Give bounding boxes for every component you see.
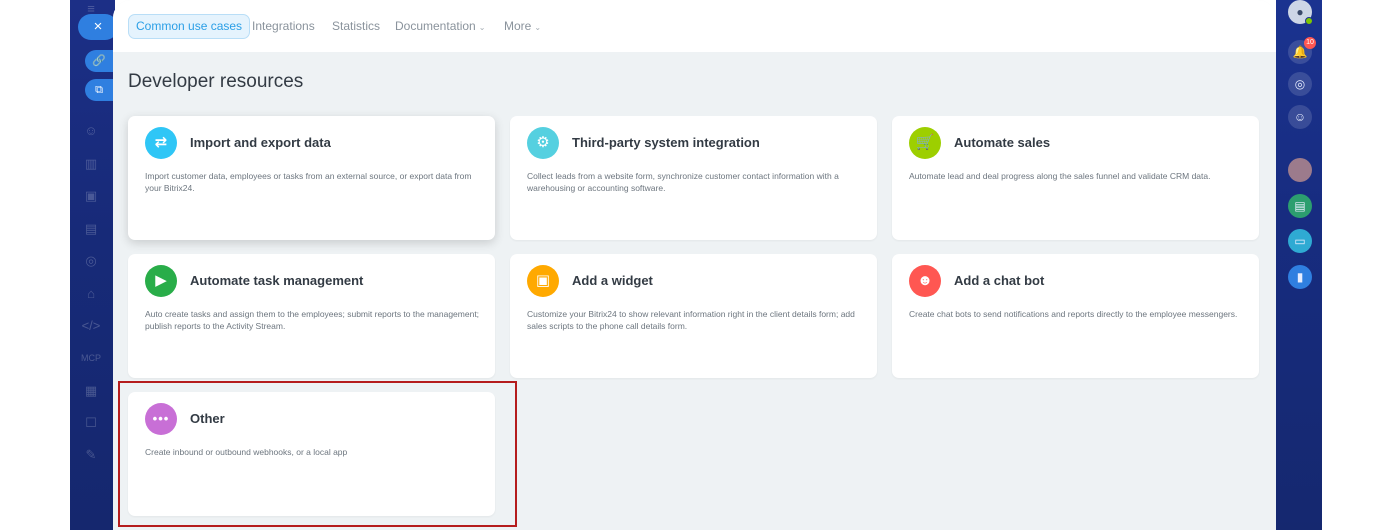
open-new-window-button[interactable]: ⧉ xyxy=(85,79,113,101)
widget-icon: ▣ xyxy=(527,265,559,297)
tab-label: Common use cases xyxy=(136,19,243,33)
play-icon: ▶ xyxy=(145,265,177,297)
online-status-icon xyxy=(1305,17,1313,25)
cart-icon: 🛒 xyxy=(909,127,941,159)
store-icon[interactable]: ◎ xyxy=(81,252,101,270)
app-window: ≡ × 🔗 ⧉ ☺ ▥ ▣ ▤ ◎ ⌂ </> MCP ▦ ☐ ✎ Common… xyxy=(0,0,1390,530)
card-title: Add a chat bot xyxy=(954,273,1045,288)
card-title: Add a widget xyxy=(572,273,653,288)
card-description: Customize your Bitrix24 to show relevant… xyxy=(527,309,855,331)
link-icon: 🔗 xyxy=(92,55,106,67)
close-panel-button[interactable]: × xyxy=(78,14,118,40)
notification-badge: 10 xyxy=(1304,37,1316,49)
mcp-label: MCP xyxy=(81,353,101,363)
external-link-icon: ⧉ xyxy=(95,84,103,96)
notifications-button[interactable]: 🔔 10 xyxy=(1288,37,1316,64)
docs-icon[interactable]: ☐ xyxy=(81,414,101,432)
card-automate-tasks[interactable]: ▶ Automate task management Auto create t… xyxy=(128,254,495,378)
card-third-party-integration[interactable]: ⚙ Third-party system integration Collect… xyxy=(510,116,877,240)
card-title: Automate task management xyxy=(190,273,364,288)
settings-icon[interactable]: ✎ xyxy=(81,446,101,464)
messenger-button[interactable]: ▭ xyxy=(1288,229,1312,253)
card-description: Import customer data, employees or tasks… xyxy=(145,171,472,193)
analytics-icon[interactable]: ▥ xyxy=(81,155,101,173)
user-icon: ● xyxy=(1296,5,1304,19)
tab-label: More xyxy=(504,19,532,33)
arrows-swap-icon: ⇄ xyxy=(145,127,177,159)
close-icon: × xyxy=(93,18,103,35)
marketplace-icon[interactable]: ▦ xyxy=(81,382,101,400)
page-title: Developer resources xyxy=(128,71,304,92)
card-description: Automate lead and deal progress along th… xyxy=(909,171,1211,181)
contacts-icon[interactable]: ☺ xyxy=(81,122,101,140)
copy-link-button[interactable]: 🔗 xyxy=(85,50,113,72)
robot-icon: ☻ xyxy=(909,265,941,297)
chat-icon: ☺ xyxy=(1293,110,1307,124)
automation-icon[interactable]: ⌂ xyxy=(81,285,101,303)
tab-statistics[interactable]: Statistics xyxy=(332,14,380,39)
open-lines-button[interactable]: ▤ xyxy=(1288,194,1312,218)
sites-icon[interactable]: ▤ xyxy=(81,220,101,238)
card-description: Auto create tasks and assign them to the… xyxy=(145,309,480,331)
tab-label: Integrations xyxy=(252,19,315,33)
card-description: Create chat bots to send notifications a… xyxy=(909,309,1238,319)
support-button[interactable]: ☺ xyxy=(1288,105,1312,129)
chevron-down-icon: ⌄ xyxy=(478,23,486,32)
card-title: Automate sales xyxy=(954,135,1051,150)
card-add-chat-bot[interactable]: ☻ Add a chat bot Create chat bots to sen… xyxy=(892,254,1259,378)
top-nav: Common use cases Integrations Statistics… xyxy=(113,0,1276,52)
bookmark-icon: ▮ xyxy=(1296,270,1304,284)
card-title: Import and export data xyxy=(190,135,331,150)
right-sidebar: ● 🔔 10 ◎ ☺ ▤ ▭ ▮ xyxy=(1276,0,1322,530)
copilot-button[interactable]: ◎ xyxy=(1288,72,1312,96)
card-add-widget[interactable]: ▣ Add a widget Customize your Bitrix24 t… xyxy=(510,254,877,378)
gears-icon: ⚙ xyxy=(527,127,559,159)
mcp-icon[interactable]: MCP xyxy=(81,349,101,367)
highlight-box xyxy=(118,381,517,527)
bookmarks-button[interactable]: ▮ xyxy=(1288,265,1312,289)
tab-more[interactable]: More ⌄ xyxy=(504,14,541,39)
card-description: Collect leads from a website form, synch… xyxy=(527,171,839,193)
code-icon[interactable]: </> xyxy=(81,317,101,335)
tab-integrations[interactable]: Integrations xyxy=(252,14,315,39)
contact-avatar[interactable] xyxy=(1288,158,1312,182)
tab-common-use-cases[interactable]: Common use cases xyxy=(128,14,251,39)
tasks-icon[interactable]: ▣ xyxy=(81,187,101,205)
card-import-export[interactable]: ⇄ Import and export data Import customer… xyxy=(128,116,495,240)
left-sidebar: ≡ × 🔗 ⧉ ☺ ▥ ▣ ▤ ◎ ⌂ </> MCP ▦ ☐ ✎ xyxy=(70,0,118,530)
tab-label: Statistics xyxy=(332,19,381,33)
message-icon: ▭ xyxy=(1294,234,1306,248)
card-automate-sales[interactable]: 🛒 Automate sales Automate lead and deal … xyxy=(892,116,1259,240)
card-title: Third-party system integration xyxy=(572,135,760,150)
chevron-down-icon: ⌄ xyxy=(534,23,542,32)
copilot-icon: ◎ xyxy=(1294,77,1306,91)
tab-label: Documentation xyxy=(395,19,476,33)
lines-icon: ▤ xyxy=(1294,199,1306,213)
user-avatar[interactable]: ● xyxy=(1288,0,1313,25)
tab-documentation[interactable]: Documentation ⌄ xyxy=(395,14,485,39)
